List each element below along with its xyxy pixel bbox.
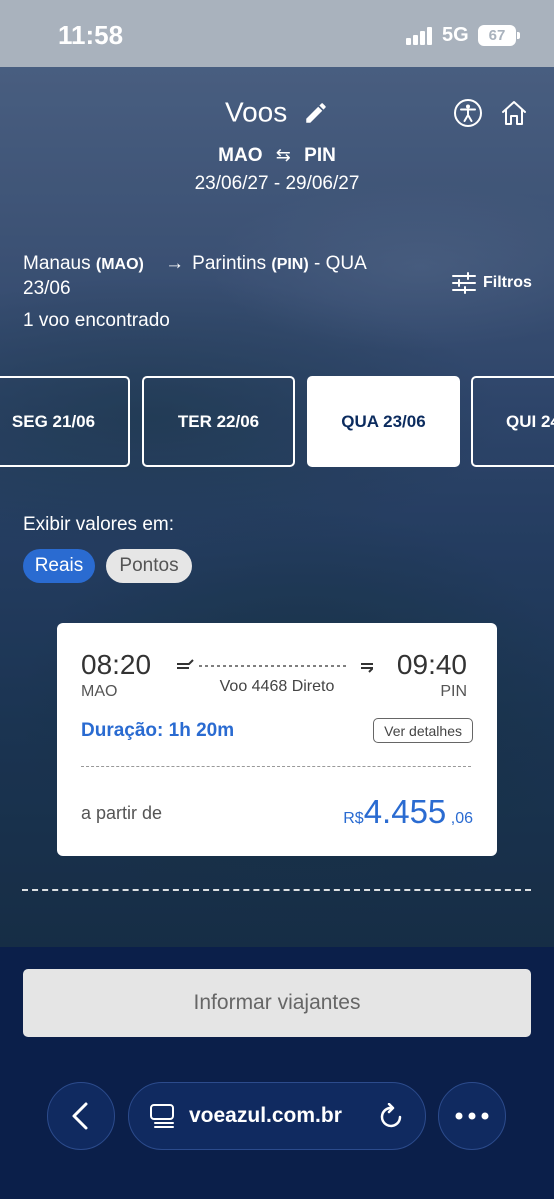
flight-card[interactable]: 08:20 MAO Voo 4468 Direto 09:40 PIN Dura… bbox=[57, 623, 497, 856]
departure-time: 08:20 bbox=[81, 649, 152, 680]
value-display-label: Exibir valores em: bbox=[23, 514, 174, 535]
results-count: 1 voo encontrado bbox=[23, 310, 170, 331]
more-button[interactable] bbox=[438, 1082, 506, 1150]
details-button[interactable]: Ver detalhes bbox=[373, 718, 473, 743]
pencil-icon[interactable] bbox=[303, 100, 329, 126]
destination-code-label: (PIN) bbox=[271, 256, 309, 273]
price-cents: ,06 bbox=[450, 810, 473, 827]
card-divider bbox=[81, 766, 471, 767]
destination-city: Parintins bbox=[192, 253, 267, 274]
address-bar[interactable]: voeazul.com.br bbox=[128, 1082, 426, 1150]
swap-icon: ⇆ bbox=[275, 145, 291, 165]
accessibility-icon[interactable] bbox=[453, 98, 483, 128]
price-integer: 4.455 bbox=[363, 793, 447, 830]
trip-date: 23/06 bbox=[23, 278, 71, 299]
date-tab-qui[interactable]: QUI 24/06 bbox=[471, 376, 554, 467]
reais-toggle[interactable]: Reais bbox=[23, 549, 95, 583]
price-prefix: a partir de bbox=[81, 803, 163, 823]
status-time: 11:58 bbox=[58, 20, 124, 50]
route-dates: 23/06/27 - 29/06/27 bbox=[194, 173, 360, 194]
arrow-right-icon: → bbox=[165, 253, 185, 274]
travelers-button[interactable]: Informar viajantes bbox=[23, 969, 531, 1037]
page-menu-icon bbox=[150, 1104, 174, 1128]
back-button[interactable] bbox=[47, 1082, 115, 1150]
duration-label: Duração: bbox=[81, 720, 164, 741]
date-tab-seg[interactable]: SEG 21/06 bbox=[0, 376, 130, 467]
hero-section: Voos MAO ⇆ PIN 23/06/27 - 29/06/27 Manau… bbox=[0, 67, 554, 947]
chevron-left-icon bbox=[72, 1102, 88, 1130]
filters-label: Filtros bbox=[483, 274, 532, 291]
bottom-bar: Informar viajantes voeazul.com.br bbox=[0, 947, 554, 1199]
network-type: 5G bbox=[442, 24, 469, 46]
trip-summary: Manaus (MAO) → Parintins (PIN) - QUA 23/0… bbox=[23, 252, 403, 301]
pontos-toggle[interactable]: Pontos bbox=[106, 549, 192, 583]
duration: Duração: 1h 20m bbox=[81, 720, 234, 742]
ellipsis-icon bbox=[455, 1112, 489, 1120]
signal-icon bbox=[406, 27, 434, 45]
arrival-time: 09:40 bbox=[396, 649, 467, 680]
sliders-icon bbox=[452, 272, 476, 294]
battery-icon: 67 bbox=[478, 25, 520, 46]
duration-value: 1h 20m bbox=[168, 720, 235, 741]
status-bar: 11:58 5G 67 bbox=[0, 0, 554, 67]
origin-code: MAO bbox=[218, 145, 263, 166]
filters-button[interactable]: Filtros bbox=[451, 272, 532, 294]
origin-city: Manaus bbox=[23, 253, 91, 274]
trip-weekday: - QUA bbox=[313, 253, 366, 274]
date-tab-qua[interactable]: QUA 23/06 bbox=[307, 376, 460, 467]
flight-path-icon bbox=[177, 659, 373, 673]
price[interactable]: R$4.455 ,06 bbox=[343, 793, 473, 831]
origin-code-label: (MAO) bbox=[95, 256, 144, 273]
arrival-code: PIN bbox=[440, 683, 467, 700]
reload-icon[interactable] bbox=[379, 1103, 405, 1131]
url-text: voeazul.com.br bbox=[189, 1104, 342, 1127]
home-icon[interactable] bbox=[499, 98, 529, 128]
section-divider bbox=[22, 889, 531, 891]
date-tab-ter[interactable]: TER 22/06 bbox=[142, 376, 295, 467]
price-currency: R$ bbox=[343, 810, 364, 827]
route-codes: MAO ⇆ PIN bbox=[0, 145, 554, 167]
destination-code: PIN bbox=[304, 145, 336, 166]
page-title-text: Voos bbox=[224, 96, 288, 128]
